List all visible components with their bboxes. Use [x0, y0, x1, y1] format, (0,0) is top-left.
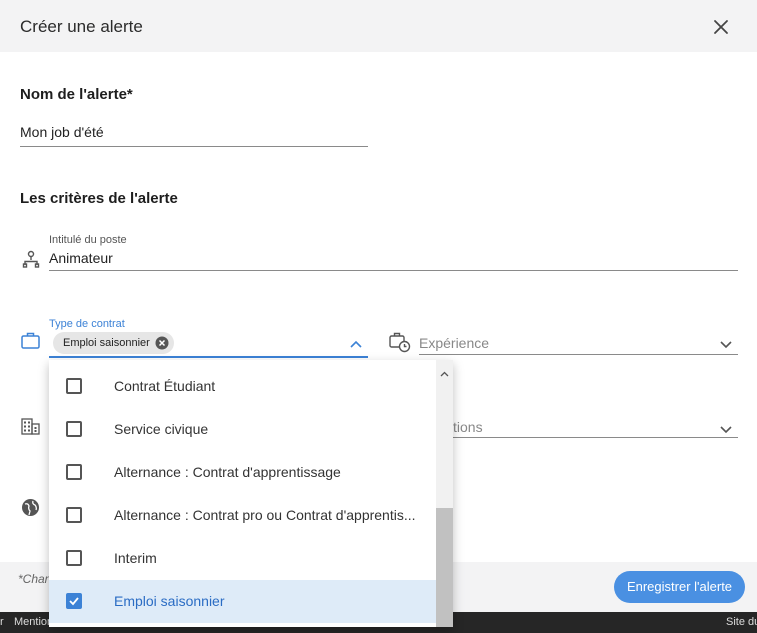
sector-placeholder: tions: [453, 419, 483, 435]
modal-title: Créer une alerte: [20, 17, 143, 36]
option-label: Service civique: [114, 421, 209, 437]
mention-link[interactable]: Mention: [14, 616, 53, 628]
option-contrat-etudiant[interactable]: Contrat Étudiant: [49, 365, 436, 408]
option-interim[interactable]: Interim: [49, 537, 436, 580]
building-icon: [21, 418, 40, 440]
option-label: Emploi saisonnier: [114, 593, 225, 609]
checkbox[interactable]: [66, 378, 82, 394]
save-alert-button[interactable]: Enregistrer l'alerte: [614, 571, 745, 603]
alert-name-title: Nom de l'alerte*: [20, 86, 133, 103]
briefcase-clock-icon: [389, 331, 411, 358]
globe-icon: [21, 498, 40, 522]
option-label: Alternance : Contrat d'apprentissage: [114, 464, 341, 480]
option-service-civique[interactable]: Service civique: [49, 408, 436, 451]
option-alternance-apprentissage[interactable]: Alternance : Contrat d'apprentissage: [49, 451, 436, 494]
checkbox[interactable]: [66, 550, 82, 566]
contract-chip-label: Emploi saisonnier: [63, 337, 150, 349]
sector-underline[interactable]: [453, 437, 738, 438]
briefcase-icon: [21, 332, 40, 354]
sitemap-icon: [22, 250, 40, 273]
checkbox[interactable]: [66, 507, 82, 523]
contract-type-dropdown: Contrat Étudiant Service civique Alterna…: [49, 360, 453, 627]
scrollbar-thumb[interactable]: [436, 508, 453, 627]
contract-type-label: Type de contrat: [49, 318, 125, 330]
alert-name-input[interactable]: Mon job d'été: [20, 124, 368, 147]
experience-underline[interactable]: [419, 354, 738, 355]
site-link[interactable]: Site du: [726, 616, 757, 628]
bottom-left-text: r: [0, 616, 4, 628]
option-label: Interim: [114, 550, 157, 566]
required-note: *Char: [18, 572, 49, 586]
close-icon[interactable]: [708, 14, 734, 40]
chevron-up-icon[interactable]: [349, 336, 363, 354]
chevron-down-icon[interactable]: [719, 336, 733, 354]
checkbox[interactable]: [66, 421, 82, 437]
contract-type-underline: [49, 356, 368, 358]
criteria-title: Les critères de l'alerte: [20, 190, 178, 207]
option-label: Alternance : Contrat pro ou Contrat d'ap…: [114, 507, 416, 523]
chevron-down-icon[interactable]: [719, 421, 733, 439]
contract-chip: Emploi saisonnier: [53, 332, 174, 354]
dropdown-scrollbar[interactable]: [436, 360, 453, 627]
option-emploi-saisonnier[interactable]: Emploi saisonnier: [49, 580, 436, 623]
scroll-up-arrow-icon[interactable]: [440, 364, 449, 382]
option-label: Contrat Étudiant: [114, 378, 216, 394]
modal-header: Créer une alerte: [0, 0, 757, 52]
experience-placeholder: Expérience: [419, 335, 490, 351]
job-title-input[interactable]: Animateur: [49, 250, 738, 271]
job-title-label: Intitulé du poste: [49, 234, 127, 246]
chip-remove-icon[interactable]: [155, 336, 169, 350]
option-alternance-pro[interactable]: Alternance : Contrat pro ou Contrat d'ap…: [49, 494, 436, 537]
checkbox[interactable]: [66, 464, 82, 480]
checkbox-checked[interactable]: [66, 593, 82, 609]
